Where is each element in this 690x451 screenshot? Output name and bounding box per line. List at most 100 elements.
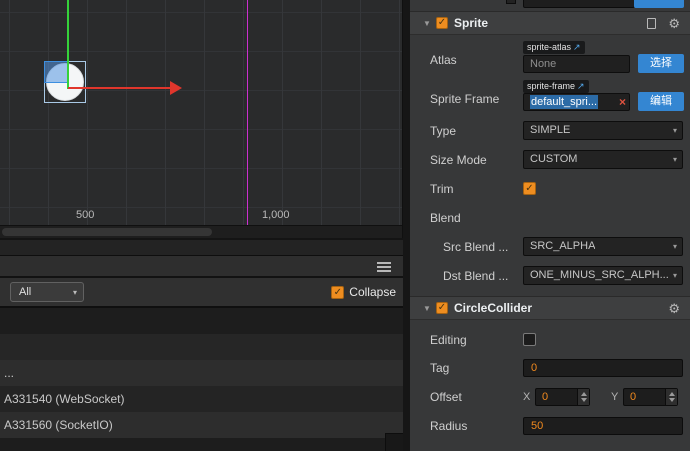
collapse-triangle-icon[interactable]: ▼ [423,19,431,28]
gear-icon[interactable]: ⚙ [668,301,680,316]
external-link-icon[interactable]: ↗ [577,80,585,93]
blend-row: Blend [410,208,690,228]
document-icon[interactable] [647,18,656,29]
sprite-frame-field[interactable]: default_spri... × [523,93,630,111]
log-row[interactable]: A331560 (SocketIO) [0,412,403,438]
blend-label: Blend [430,211,461,225]
size-mode-dropdown[interactable]: CUSTOM ▾ [523,150,683,169]
stepper-up-icon[interactable] [669,392,675,396]
clipped-button[interactable] [634,0,684,8]
atlas-field[interactable]: None [523,55,630,73]
stepper[interactable] [665,389,677,405]
type-dropdown[interactable]: SIMPLE ▾ [523,121,683,140]
log-row[interactable] [0,308,403,334]
trim-row: Trim ✓ [410,179,690,199]
sprite-frame-edit-button[interactable]: 编辑 [638,92,684,111]
dst-blend-label: Dst Blend ... [443,269,509,283]
atlas-type-chip[interactable]: sprite-atlas ↗ [523,41,585,54]
collapse-option: ✓ Collapse [331,285,396,299]
component-title: Sprite [454,16,489,30]
clipped-input[interactable] [523,0,635,8]
offset-y-label: Y [611,391,619,403]
panel-divider[interactable] [403,0,410,451]
log-filter-dropdown[interactable]: All ▾ [10,282,84,302]
tag-label: Tag [430,361,450,375]
src-blend-label: Src Blend ... [443,240,509,254]
src-blend-dropdown[interactable]: SRC_ALPHA ▾ [523,237,683,256]
close-icon[interactable]: × [619,94,626,110]
console-header [0,256,403,278]
stepper-down-icon[interactable] [669,398,675,402]
radius-input[interactable]: 50 [523,417,683,435]
offset-y-input[interactable]: 0 [623,388,678,406]
sprite-enabled-checkbox[interactable]: ✓ [436,17,448,29]
offset-x-value: 0 [542,391,549,403]
chip-text: sprite-atlas [527,42,572,52]
gizmo-x-arrowhead-icon [170,81,182,95]
sprite-frame-row: Sprite Frame sprite-frame ↗ default_spri… [410,79,690,115]
radius-label: Radius [430,419,468,433]
collapse-checkbox[interactable]: ✓ [331,285,345,299]
panel-gap [0,240,403,256]
tag-input[interactable]: 0 [523,359,683,377]
offset-label: Offset [430,390,462,404]
offset-row: Offset X 0 Y 0 [410,387,690,407]
dst-blend-row: Dst Blend ... ONE_MINUS_SRC_ALPH... ▾ [410,266,690,286]
size-mode-row: Size Mode CUSTOM ▾ [410,150,690,170]
chip-text: sprite-frame [527,81,576,91]
sprite-frame-type-chip[interactable]: sprite-frame ↗ [523,80,589,93]
collapse-label: Collapse [349,285,396,299]
sprite-frame-label: Sprite Frame [430,92,500,106]
ruler-label-1000: 1,000 [262,209,290,221]
log-row[interactable]: A331540 (WebSocket) [0,386,403,412]
stepper-up-icon[interactable] [581,392,587,396]
gizmo-y-axis-arrow[interactable] [67,0,69,89]
type-row: Type SIMPLE ▾ [410,121,690,141]
trim-checkbox[interactable]: ✓ [523,182,536,195]
scrollbar-corner [385,433,403,451]
stepper[interactable] [577,389,589,405]
atlas-select-button[interactable]: 选择 [638,54,684,73]
external-link-icon[interactable]: ↗ [573,41,581,54]
sprite-component-header[interactable]: ▼ ✓ Sprite ⚙ [410,11,690,35]
tag-row: Tag 0 [410,358,690,378]
component-title: CircleCollider [454,301,533,315]
ruler-label-500: 500 [76,209,95,221]
size-mode-label: Size Mode [430,153,487,167]
dropdown-value: SRC_ALPHA [530,240,596,252]
console-panel: All ▾ ✓ Collapse ... A331540 (WebSocket)… [0,240,403,451]
circle-collider-component-header[interactable]: ▼ ✓ CircleCollider ⚙ [410,296,690,320]
scene-horizontal-scrollbar[interactable] [0,225,402,238]
type-label: Type [430,124,457,138]
dst-blend-dropdown[interactable]: ONE_MINUS_SRC_ALPH... ▾ [523,266,683,285]
radius-row: Radius 50 [410,416,690,436]
dropdown-value: CUSTOM [530,153,578,165]
node-selection-rect [44,61,68,83]
scrollbar-thumb[interactable] [2,228,212,236]
collapse-triangle-icon[interactable]: ▼ [423,304,431,313]
filter-value: All [19,286,32,298]
offset-x-label: X [523,391,531,403]
chevron-down-icon: ▾ [672,271,677,280]
editing-label: Editing [430,333,467,347]
editing-checkbox[interactable] [523,333,536,346]
log-row[interactable] [0,334,403,360]
offset-y-value: 0 [630,391,637,403]
sprite-frame-value: default_spri... [530,95,599,109]
menu-icon[interactable] [377,262,391,272]
chevron-down-icon: ▾ [672,242,677,251]
atlas-row: Atlas sprite-atlas ↗ None 选择 [410,40,690,76]
console-toolbar: All ▾ ✓ Collapse [0,278,403,308]
atlas-value: None [530,58,557,70]
scene-view[interactable]: 500 1,000 [0,0,403,238]
collider-enabled-checkbox[interactable]: ✓ [436,302,448,314]
offset-x-input[interactable]: 0 [535,388,590,406]
gear-icon[interactable]: ⚙ [668,16,680,31]
log-row[interactable]: ... [0,360,403,386]
sprite-node[interactable] [44,61,86,103]
editing-row: Editing [410,330,690,350]
clipped-control [506,0,516,4]
chevron-down-icon: ▾ [72,287,77,297]
stepper-down-icon[interactable] [581,398,587,402]
gizmo-x-axis-arrow[interactable] [68,87,172,89]
